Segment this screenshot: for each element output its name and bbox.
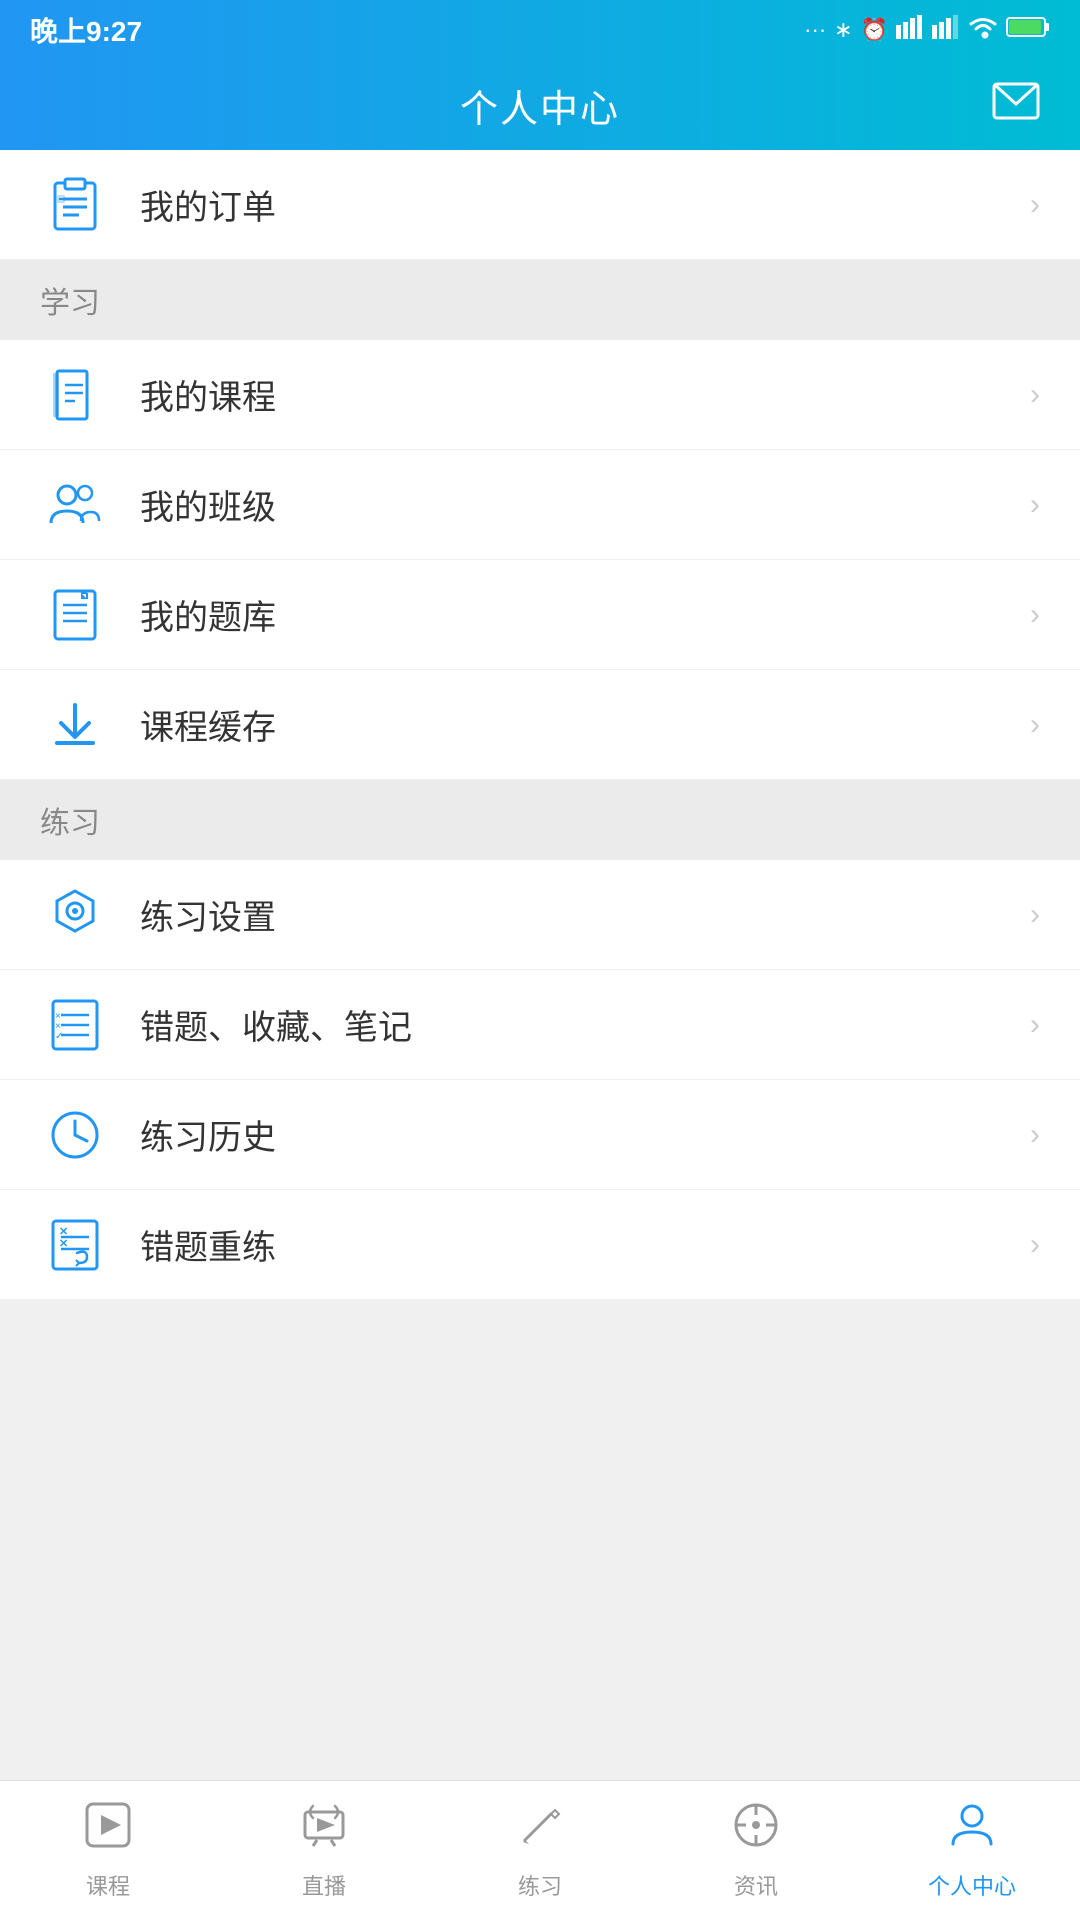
clock-icon bbox=[40, 1100, 110, 1170]
wrong-practice-chevron: › bbox=[1030, 1228, 1040, 1262]
practice-history-item[interactable]: 练习历史 › bbox=[0, 1080, 1080, 1190]
news-icon bbox=[731, 1800, 781, 1861]
clipboard-icon bbox=[40, 170, 110, 240]
my-orders-item[interactable]: 我的订单 › bbox=[0, 150, 1080, 260]
my-orders-label: 我的订单 bbox=[140, 180, 1030, 229]
orders-section: 我的订单 › bbox=[0, 150, 1080, 260]
practice-label: 练习 bbox=[40, 798, 100, 842]
bottom-nav: 课程 直播 练习 bbox=[0, 1780, 1080, 1920]
nav-practice[interactable]: 练习 bbox=[432, 1781, 648, 1920]
battery-icon bbox=[1006, 15, 1050, 45]
my-questions-item[interactable]: 我的题库 › bbox=[0, 560, 1080, 670]
study-section-header: 学习 bbox=[0, 260, 1080, 340]
status-time: 晚上9:27 bbox=[30, 10, 142, 50]
wrong-collected-notes-label: 错题、收藏、笔记 bbox=[140, 1000, 1030, 1049]
gear-hex-icon bbox=[40, 880, 110, 950]
my-courses-item[interactable]: 我的课程 › bbox=[0, 340, 1080, 450]
book-icon bbox=[40, 360, 110, 430]
svg-text:✕: ✕ bbox=[59, 1226, 68, 1238]
study-label: 学习 bbox=[40, 278, 100, 322]
signal-bar2 bbox=[932, 15, 960, 45]
nav-news-label: 资讯 bbox=[734, 1869, 778, 1901]
nav-news[interactable]: 资讯 bbox=[648, 1781, 864, 1920]
my-courses-label: 我的课程 bbox=[140, 370, 1030, 419]
signal-bar1 bbox=[896, 15, 924, 45]
wrong-collected-notes-item[interactable]: × × ✓ 错题、收藏、笔记 › bbox=[0, 970, 1080, 1080]
person-icon bbox=[947, 1800, 997, 1861]
practice-settings-item[interactable]: 练习设置 › bbox=[0, 860, 1080, 970]
wrong-list-icon: × × ✓ bbox=[40, 990, 110, 1060]
nav-profile-label: 个人中心 bbox=[928, 1869, 1016, 1901]
bluetooth-icon: ∗ bbox=[834, 17, 852, 43]
nav-practice-label: 练习 bbox=[518, 1869, 562, 1901]
mail-button[interactable] bbox=[992, 82, 1040, 129]
nav-live[interactable]: 直播 bbox=[216, 1781, 432, 1920]
wrong-practice-item[interactable]: ✕ ✕ 错题重练 › bbox=[0, 1190, 1080, 1300]
wrong-redo-icon: ✕ ✕ bbox=[40, 1210, 110, 1280]
content-area: 我的订单 › 学习 我的课程 › bbox=[0, 150, 1080, 1780]
nav-live-label: 直播 bbox=[302, 1869, 346, 1901]
practice-section-header: 练习 bbox=[0, 780, 1080, 860]
my-class-label: 我的班级 bbox=[140, 480, 1030, 529]
course-cache-label: 课程缓存 bbox=[140, 700, 1030, 749]
svg-text:✕: ✕ bbox=[59, 1238, 68, 1250]
wifi-icon bbox=[968, 15, 998, 45]
status-bar: 晚上9:27 ··· ∗ ⏰ bbox=[0, 0, 1080, 60]
svg-text:✓: ✓ bbox=[55, 1031, 63, 1042]
practice-settings-chevron: › bbox=[1030, 898, 1040, 932]
pencil-icon bbox=[515, 1800, 565, 1861]
my-class-item[interactable]: 我的班级 › bbox=[0, 450, 1080, 560]
my-courses-chevron: › bbox=[1030, 378, 1040, 412]
practice-history-chevron: › bbox=[1030, 1118, 1040, 1152]
status-icons: ··· ∗ ⏰ bbox=[804, 15, 1050, 45]
nav-courses-label: 课程 bbox=[86, 1869, 130, 1901]
course-cache-chevron: › bbox=[1030, 708, 1040, 742]
download-icon bbox=[40, 690, 110, 760]
wrong-collected-notes-chevron: › bbox=[1030, 1008, 1040, 1042]
practice-settings-label: 练习设置 bbox=[140, 890, 1030, 939]
my-questions-chevron: › bbox=[1030, 598, 1040, 632]
my-questions-label: 我的题库 bbox=[140, 590, 1030, 639]
practice-history-label: 练习历史 bbox=[140, 1110, 1030, 1159]
quiz-icon bbox=[40, 580, 110, 650]
nav-courses[interactable]: 课程 bbox=[0, 1781, 216, 1920]
my-orders-chevron: › bbox=[1030, 188, 1040, 222]
study-section: 我的课程 › 我的班级 › bbox=[0, 340, 1080, 780]
signal-dots: ··· bbox=[804, 17, 826, 43]
course-cache-item[interactable]: 课程缓存 › bbox=[0, 670, 1080, 780]
alarm-icon: ⏰ bbox=[861, 17, 888, 43]
people-icon bbox=[40, 470, 110, 540]
live-tv-icon bbox=[299, 1800, 349, 1861]
nav-profile[interactable]: 个人中心 bbox=[864, 1781, 1080, 1920]
my-class-chevron: › bbox=[1030, 488, 1040, 522]
header: 个人中心 bbox=[0, 60, 1080, 150]
page-title: 个人中心 bbox=[460, 78, 620, 133]
wrong-practice-label: 错题重练 bbox=[140, 1220, 1030, 1269]
play-circle-icon bbox=[83, 1800, 133, 1861]
practice-section: 练习设置 › × × ✓ 错题、收藏、笔记 › bbox=[0, 860, 1080, 1300]
